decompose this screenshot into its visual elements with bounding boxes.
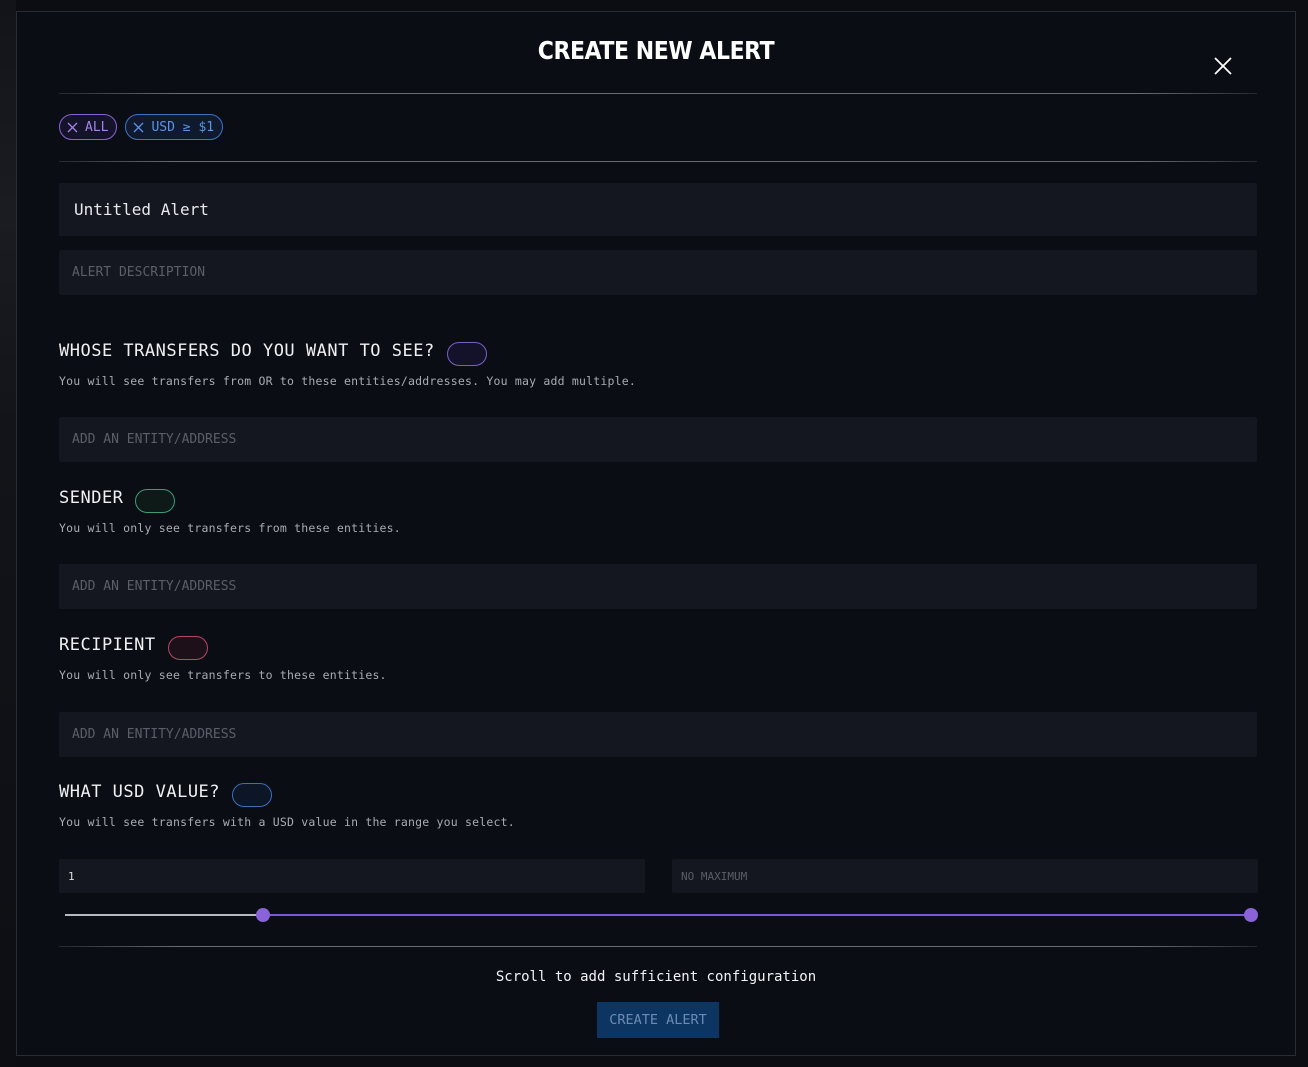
close-button[interactable] xyxy=(1212,55,1234,77)
recipient-entity-input[interactable] xyxy=(59,712,1257,757)
create-alert-modal: CREATE NEW ALERT ALL USD ≥ $1 WHOSE TRAN xyxy=(16,11,1296,1056)
chip-usd[interactable]: USD ≥ $1 xyxy=(125,114,224,140)
recipient-section-title: RECIPIENT xyxy=(59,633,208,660)
sender-entity-input[interactable] xyxy=(59,564,1257,609)
chip-label: ALL xyxy=(85,119,109,135)
remove-icon xyxy=(134,122,144,132)
chip-label: USD ≥ $1 xyxy=(151,119,215,135)
create-alert-button[interactable]: CREATE ALERT xyxy=(597,1002,719,1038)
slider-track-inactive xyxy=(65,914,263,916)
footer-note: Scroll to add sufficient configuration xyxy=(495,969,817,985)
close-icon xyxy=(1214,57,1232,75)
sender-section-title: SENDER xyxy=(59,486,176,513)
whose-title-text: WHOSE TRANSFERS DO YOU WANT TO SEE? xyxy=(59,341,435,361)
remove-icon xyxy=(67,122,78,132)
whose-section-title: WHOSE TRANSFERS DO YOU WANT TO SEE? xyxy=(59,339,487,366)
chips-divider xyxy=(59,161,1257,162)
usd-range-slider[interactable] xyxy=(65,908,1258,922)
whose-toggle[interactable] xyxy=(446,342,487,366)
alert-description-input[interactable] xyxy=(59,250,1257,295)
slider-track-active xyxy=(263,914,1251,916)
slider-handle-max[interactable] xyxy=(1244,908,1258,922)
whose-entity-input[interactable] xyxy=(59,417,1257,462)
whose-description: You will see transfers from OR to these … xyxy=(59,374,637,388)
usd-min-input[interactable] xyxy=(59,859,645,893)
usd-toggle[interactable] xyxy=(232,783,273,807)
sender-description: You will only see transfers from these e… xyxy=(59,521,401,535)
sender-toggle[interactable] xyxy=(135,489,176,513)
recipient-description: You will only see transfers to these ent… xyxy=(59,668,387,682)
page-backdrop xyxy=(0,0,16,1067)
sender-title-text: SENDER xyxy=(59,488,124,508)
usd-description: You will see transfers with a USD value … xyxy=(59,815,515,829)
header-divider xyxy=(59,93,1257,94)
alert-name-input[interactable] xyxy=(59,183,1257,236)
slider-handle-min[interactable] xyxy=(256,908,270,922)
modal-title: CREATE NEW ALERT xyxy=(537,36,775,65)
chip-all[interactable]: ALL xyxy=(59,114,118,140)
footer-divider xyxy=(59,946,1257,947)
recipient-title-text: RECIPIENT xyxy=(59,635,156,655)
usd-max-input[interactable] xyxy=(672,859,1258,893)
recipient-toggle[interactable] xyxy=(167,636,208,660)
filter-chips: ALL USD ≥ $1 xyxy=(59,114,224,140)
usd-title-text: WHAT USD VALUE? xyxy=(59,782,221,802)
usd-section-title: WHAT USD VALUE? xyxy=(59,780,273,807)
